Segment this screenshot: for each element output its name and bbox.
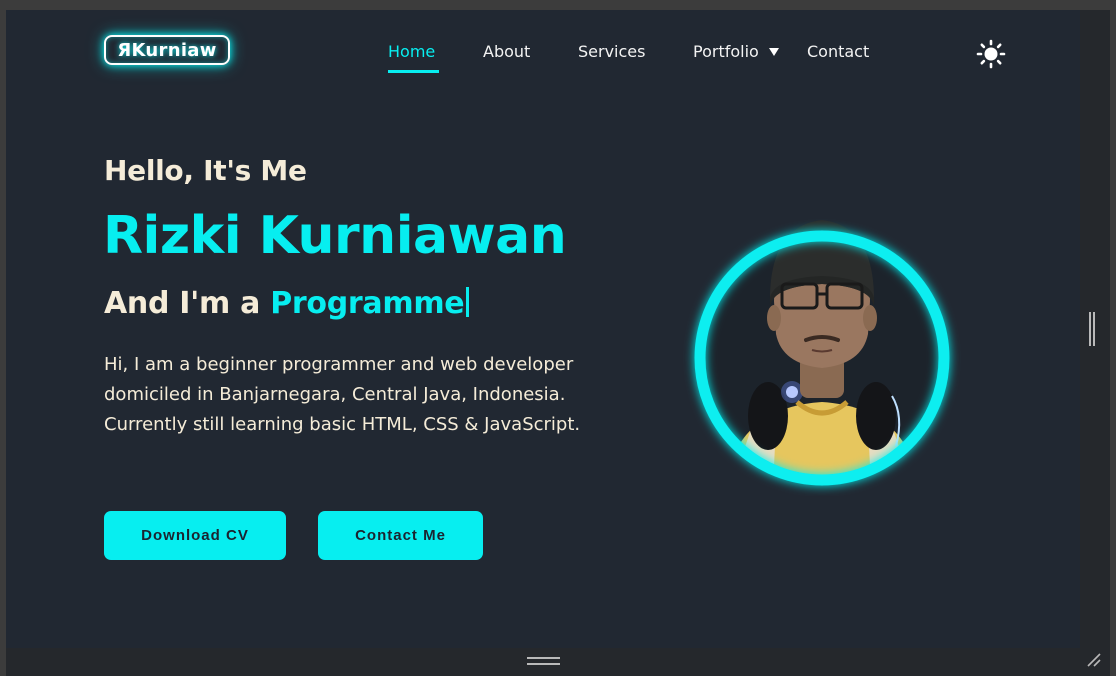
role-heading: And I'm a Programme	[104, 286, 470, 321]
nav-home[interactable]: Home	[388, 42, 435, 61]
profile-photo	[694, 220, 950, 486]
nav-about[interactable]: About	[483, 42, 530, 61]
role-typed-text: Programme	[270, 286, 465, 321]
intro-description: Hi, I am a beginner programmer and web d…	[104, 350, 644, 440]
page-viewport: ЯKurniaw Home About Services Portfolio C…	[6, 10, 1080, 648]
role-prefix: And I'm a	[104, 286, 261, 321]
vertical-scrollbar-track[interactable]	[1080, 10, 1110, 648]
nav-portfolio[interactable]: Portfolio	[693, 42, 759, 61]
typing-cursor	[466, 287, 470, 317]
horizontal-resize-handle[interactable]	[527, 657, 560, 665]
nav-active-indicator	[388, 70, 439, 73]
intro-line-1: Hi, I am a beginner programmer and web d…	[104, 354, 574, 375]
vertical-resize-handle[interactable]	[1089, 312, 1095, 346]
contact-me-button[interactable]: Contact Me	[318, 511, 483, 560]
sun-icon[interactable]	[976, 39, 1006, 69]
intro-line-3: Currently still learning basic HTML, CSS…	[104, 414, 581, 435]
download-cv-button[interactable]: Download CV	[104, 511, 286, 560]
greeting-heading: Hello, It's Me	[104, 154, 307, 187]
resize-grip-icon[interactable]	[1086, 652, 1102, 668]
nav-contact[interactable]: Contact	[807, 42, 869, 61]
chevron-down-icon[interactable]	[769, 48, 779, 56]
name-heading: Rizki Kurniawan	[103, 206, 567, 266]
nav-services[interactable]: Services	[578, 42, 645, 61]
intro-line-2: domiciled in Banjarnegara, Central Java,…	[104, 384, 566, 405]
main-nav: Home About Services Portfolio Contact	[6, 42, 1080, 72]
